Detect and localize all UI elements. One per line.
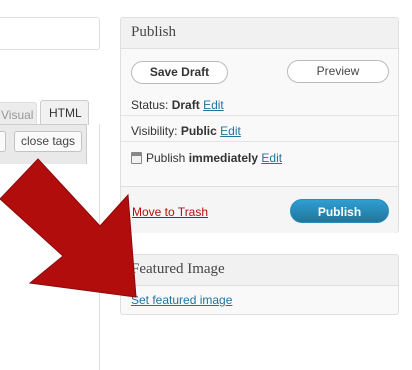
publish-button[interactable]: Publish	[290, 199, 389, 223]
featured-image-title: Featured Image	[121, 255, 398, 286]
schedule-label: Publish	[146, 151, 186, 165]
status-row: Status: Draft Edit	[131, 98, 224, 112]
close-tags-button[interactable]: close tags	[14, 131, 82, 152]
tab-html[interactable]: HTML	[40, 100, 89, 125]
schedule-value: immediately	[188, 151, 259, 165]
move-to-trash-link[interactable]: Move to Trash	[132, 205, 208, 219]
visibility-row: Visibility: Public Edit	[131, 124, 241, 138]
status-value: Draft	[171, 98, 200, 112]
visibility-value: Public	[180, 124, 217, 138]
editor-tabs: Visual HTML	[0, 100, 89, 126]
edit-schedule-link[interactable]: Edit	[261, 151, 282, 165]
wordpress-post-editor: Visual HTML lookup close tags Publish Sa…	[0, 0, 412, 370]
divider	[121, 141, 398, 142]
save-draft-button[interactable]: Save Draft	[131, 61, 228, 84]
arrow-shape	[0, 158, 137, 298]
edit-visibility-link[interactable]: Edit	[220, 124, 241, 138]
visibility-label: Visibility:	[131, 124, 178, 138]
featured-image-box: Featured Image Set featured image	[120, 254, 399, 315]
schedule-row: Publish immediately Edit	[131, 151, 282, 165]
status-label: Status:	[131, 98, 169, 112]
divider	[121, 115, 398, 116]
featured-image-inside: Set featured image	[121, 286, 398, 314]
edit-status-link[interactable]: Edit	[203, 98, 224, 112]
tab-visual[interactable]: Visual	[0, 102, 37, 126]
post-title-input[interactable]	[0, 17, 100, 50]
editor-content-border	[99, 124, 100, 370]
calendar-icon	[131, 152, 142, 164]
quicktags-toolbar: lookup close tags	[0, 124, 87, 164]
publish-actions: Move to Trash Publish	[121, 186, 398, 233]
publish-box: Publish Save Draft Preview Status: Draft…	[120, 17, 399, 233]
lookup-button[interactable]: lookup	[0, 131, 6, 152]
set-featured-image-link[interactable]: Set featured image	[131, 293, 232, 307]
preview-button[interactable]: Preview	[287, 60, 389, 83]
publish-box-title: Publish	[121, 18, 398, 49]
